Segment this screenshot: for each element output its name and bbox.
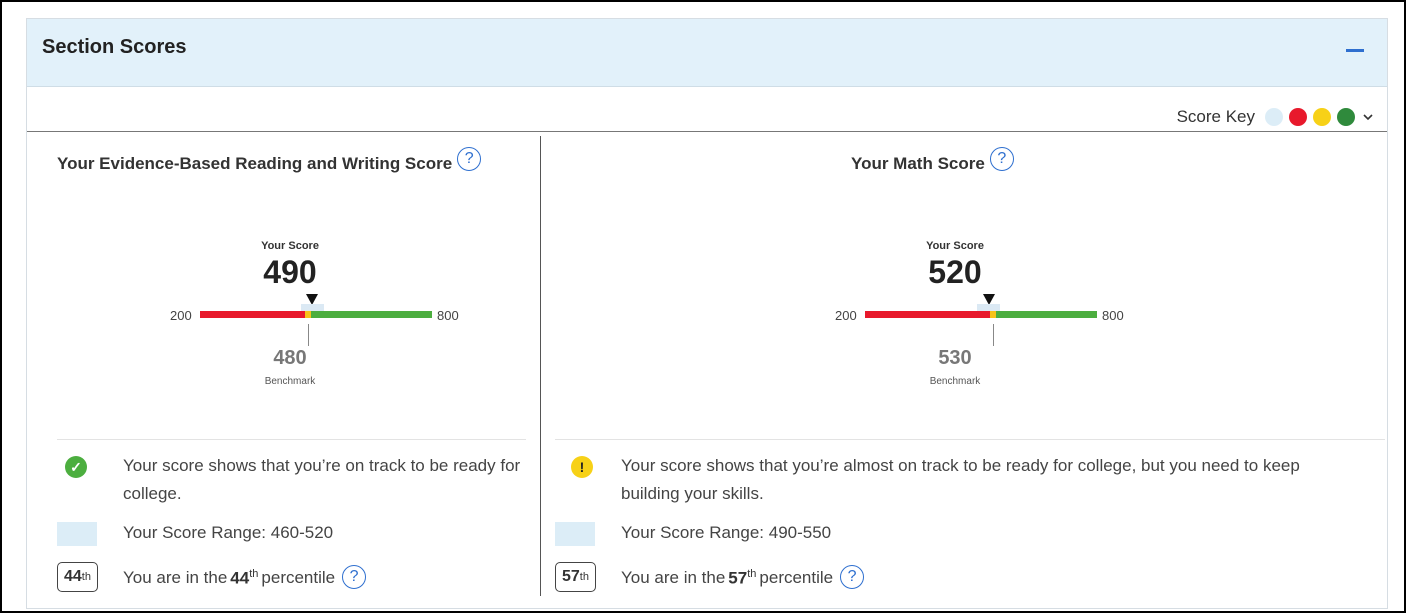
help-icon[interactable]: ? [840,565,865,589]
help-icon[interactable]: ? [457,147,482,171]
scale-max-label: 800 [1102,308,1124,323]
benchmark-tick [992,324,994,346]
your-score-value: 490 [263,254,317,290]
panel-header[interactable]: Section Scores [27,19,1387,87]
score-key-dot-yellow [1313,108,1331,126]
score-range-swatch [555,522,595,546]
your-score-label: Your Score [926,240,984,252]
divider [57,439,526,440]
status-message: Your score shows that you’re almost on t… [621,456,1300,503]
percentile-suffix: th [249,567,259,580]
benchmark-label: Benchmark [264,376,316,387]
section-scores-panel: Section Scores Score Key Your Evidence-B… [26,18,1388,609]
percentile-value: 57 [728,568,748,588]
score-range-text: Your Score Range: 460-520 [123,523,334,542]
benchmark-value: 530 [938,347,972,369]
percentile-badge: 44th [57,562,98,592]
help-icon[interactable]: ? [342,565,367,589]
section-title-text: Your Evidence-Based Reading and Writing … [57,154,453,173]
percentile-prefix: You are in the [621,568,726,587]
gauge-bar-green [311,311,432,318]
section-title: Your Math Score ? [851,147,1014,176]
percentile-badge-suffix: th [579,571,589,583]
panel-title: Section Scores [42,36,187,58]
score-key-label: Score Key [1176,107,1255,126]
percentile-word: percentile [261,568,336,587]
status-message: Your score shows that you’re on track to… [123,456,521,503]
section-math: Your Math Score ? Your Score 520 200 800… [541,132,1387,610]
percentile-badge-value: 44 [64,568,82,585]
section-title-text: Your Math Score [851,154,985,173]
score-key-dot-green [1337,108,1355,126]
your-score-value: 520 [928,254,982,290]
gauge-bar-green [995,311,1097,318]
percentile-badge: 57th [555,562,596,592]
section-ebrw: Your Evidence-Based Reading and Writing … [27,132,540,610]
benchmark-value: 480 [273,347,307,369]
scale-max-label: 800 [437,308,459,323]
score-gauge: Your Score 490 200 800 480 Benchmark [140,240,459,410]
your-score-label: Your Score [261,240,319,252]
gauge-bar-red [200,311,306,318]
scale-min-label: 200 [170,308,192,323]
percentile-badge-suffix: th [81,571,91,583]
percentile-text: You are in the 44th percentile ? [123,565,367,590]
exclamation-icon: ! [571,456,593,478]
divider [555,439,1385,440]
benchmark-label: Benchmark [929,376,981,387]
percentile-value: 44 [230,568,250,588]
percentile-text: You are in the 57th percentile ? [621,565,865,590]
scale-min-label: 200 [835,308,857,323]
gauge-bar-red [865,311,990,318]
chevron-down-icon[interactable] [1363,112,1373,122]
window-frame: Section Scores Score Key Your Evidence-B… [0,0,1406,613]
percentile-suffix: th [747,567,757,580]
score-key-dot-range [1265,108,1283,126]
score-key-toggle[interactable]: Score Key [1177,106,1373,128]
score-gauge: Your Score 520 200 800 530 Benchmark [805,240,1124,410]
check-icon: ✓ [65,456,87,478]
minus-icon[interactable] [1346,49,1364,52]
section-title: Your Evidence-Based Reading and Writing … [57,147,482,176]
score-key-dot-red [1289,108,1307,126]
help-icon[interactable]: ? [989,147,1014,171]
percentile-word: percentile [759,568,834,587]
percentile-prefix: You are in the [123,568,228,587]
percentile-badge-value: 57 [562,568,580,585]
score-range-text: Your Score Range: 490-550 [621,523,832,542]
score-range-swatch [57,522,97,546]
benchmark-tick [308,324,310,346]
